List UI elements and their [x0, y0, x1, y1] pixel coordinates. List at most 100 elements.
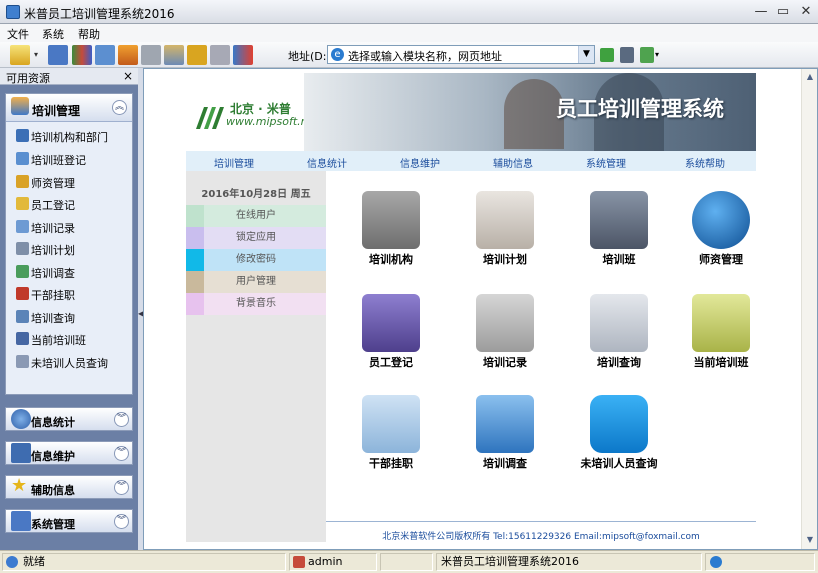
button-strip	[186, 249, 204, 271]
group-label: 系统管理	[31, 518, 75, 531]
save-page-icon[interactable]	[620, 47, 634, 63]
address-input[interactable]: 选择或输入模块名称，网页地址	[348, 48, 502, 64]
tile-training-records[interactable]: 培训记录	[458, 288, 548, 378]
tile-training-survey[interactable]: 培训调查	[458, 389, 548, 479]
sidebar-group-statistics[interactable]: 信息统计 ︾	[5, 407, 133, 431]
change-password-button[interactable]: 修改密码	[186, 249, 326, 271]
sidebar-close-icon[interactable]: ×	[123, 69, 133, 83]
group-label: 辅助信息	[31, 484, 75, 497]
system-title: 员工培训管理系统	[556, 97, 724, 121]
tile-cadre-secondment[interactable]: 干部挂职	[344, 389, 434, 479]
status-user-text: admin	[308, 555, 343, 568]
mipsoft-logo-icon	[196, 107, 224, 129]
tile-teacher-management[interactable]: 师资管理	[674, 185, 764, 275]
sidebar-item-training-survey[interactable]: 培训调查	[16, 262, 132, 282]
status-bar: 就绪 admin 米普员工培训管理系统2016	[0, 550, 818, 573]
system-icon	[11, 511, 31, 531]
people-folder-icon	[476, 294, 534, 352]
sidebar-item-untrained-query[interactable]: 未培训人员查询	[16, 352, 132, 372]
secondment-icon	[16, 287, 29, 300]
user-management-button[interactable]: 用户管理	[186, 271, 326, 293]
tile-label: 培训机构	[369, 253, 413, 266]
lock-app-button[interactable]: 锁定应用	[186, 227, 326, 249]
chevron-down-icon[interactable]: ︾	[114, 446, 129, 461]
sidebar-item-class-register[interactable]: 培训班登记	[16, 149, 132, 169]
left-column: 2016年10月28日 周五 在线用户 锁定应用 修改密码 用户管理 背景音乐	[186, 171, 326, 542]
nav-help[interactable]: 系统帮助	[685, 155, 725, 170]
button-strip	[186, 271, 204, 293]
restore-button[interactable]: ▭	[774, 4, 792, 20]
background-music-button[interactable]: 背景音乐	[186, 293, 326, 315]
tile-training-institution[interactable]: 培训机构	[344, 185, 434, 275]
sidebar-group-auxiliary[interactable]: ★ 辅助信息 ︾	[5, 475, 133, 499]
sidebar-item-training-records[interactable]: 培训记录	[16, 217, 132, 237]
address-combobox[interactable]: e 选择或输入模块名称，网页地址 ▼	[327, 45, 595, 64]
nav-maintenance[interactable]: 信息维护	[400, 155, 440, 170]
sidebar-item-current-class[interactable]: 当前培训班	[16, 329, 132, 349]
sidebar-item-teachers[interactable]: 师资管理	[16, 172, 132, 192]
go-arrow-icon[interactable]	[600, 48, 614, 62]
tile-training-class[interactable]: 培训班	[572, 185, 662, 275]
scroll-down-icon[interactable]: ▼	[803, 533, 817, 547]
menu-system[interactable]: 系统	[42, 26, 64, 42]
menu-help[interactable]: 帮助	[78, 26, 100, 42]
print-icon[interactable]	[141, 45, 161, 65]
dropdown-arrow-icon[interactable]: ▾	[34, 45, 42, 65]
tile-current-class[interactable]: 当前培训班	[674, 288, 764, 378]
tile-untrained-query[interactable]: 未培训人员查询	[572, 389, 662, 479]
chevron-down-icon[interactable]: ▼	[578, 46, 594, 63]
chevron-down-icon[interactable]: ︾	[114, 480, 129, 495]
panel-header[interactable]: 培训管理 ︽	[6, 94, 132, 122]
nav-statistics[interactable]: 信息统计	[307, 155, 347, 170]
tile-label: 师资管理	[699, 253, 743, 266]
sidebar-item-training-plan[interactable]: 培训计划	[16, 239, 132, 259]
status-empty	[380, 553, 433, 571]
status-user: admin	[289, 553, 377, 571]
sidebar-group-system[interactable]: 系统管理 ︾	[5, 509, 133, 533]
survey-icon	[16, 265, 29, 278]
vertical-scrollbar[interactable]: ▲ ▼	[801, 69, 817, 549]
sidebar: 可用资源 × 培训管理 ︽ 培训机构和部门 培训班登记 师资管理 员工登记 培训…	[0, 68, 138, 550]
lock-icon[interactable]	[187, 45, 207, 65]
module-grid: 培训机构 培训计划 培训班 师资管理 员工登记 培训记录 培训查询 当前培训班 …	[326, 171, 756, 521]
chevron-down-icon[interactable]: ︾	[114, 514, 129, 529]
chevron-down-icon[interactable]: ︾	[114, 412, 129, 427]
data-icon[interactable]	[95, 45, 115, 65]
tile-employee-register[interactable]: 员工登记	[344, 288, 434, 378]
sidebar-item-employee-register[interactable]: 员工登记	[16, 194, 132, 214]
sidebar-item-training-query[interactable]: 培训查询	[16, 307, 132, 327]
menu-file[interactable]: 文件	[7, 26, 29, 42]
tile-training-plan[interactable]: 培训计划	[458, 185, 548, 275]
dropdown-arrow-icon[interactable]: ▾	[655, 45, 663, 65]
user-icon	[293, 556, 305, 568]
user-lock-icon[interactable]	[210, 45, 230, 65]
button-label: 在线用户	[236, 210, 276, 221]
sidebar-group-maintenance[interactable]: 信息维护 ︾	[5, 441, 133, 465]
sidebar-item-cadre-secondment[interactable]: 干部挂职	[16, 284, 132, 304]
tile-training-query[interactable]: 培训查询	[572, 288, 662, 378]
list-view-icon[interactable]	[48, 45, 68, 65]
home-icon[interactable]	[118, 45, 138, 65]
chevron-up-icon[interactable]: ︽	[112, 100, 127, 115]
online-users-button[interactable]: 在线用户	[186, 205, 326, 227]
button-label: 锁定应用	[236, 232, 276, 243]
minimize-button[interactable]: —	[752, 4, 770, 20]
tools-icon[interactable]	[164, 45, 184, 65]
favorite-icon[interactable]	[640, 47, 654, 63]
nav-system[interactable]: 系统管理	[586, 155, 626, 170]
nav-training-management[interactable]: 培训管理	[214, 155, 254, 170]
open-folder-icon[interactable]	[10, 45, 30, 65]
sidebar-body: 培训管理 ︽ 培训机构和部门 培训班登记 师资管理 员工登记 培训记录 培训计划…	[0, 85, 138, 550]
sidebar-item-institutions[interactable]: 培训机构和部门	[16, 126, 132, 146]
nav-auxiliary[interactable]: 辅助信息	[493, 155, 533, 170]
adobe-folder-icon	[590, 191, 648, 249]
sidebar-item-label: 培训班登记	[31, 154, 86, 167]
close-button[interactable]: ✕	[797, 4, 815, 20]
panel-title: 培训管理	[32, 104, 81, 118]
status-ready: 就绪	[2, 553, 286, 571]
person-image	[504, 79, 564, 149]
scroll-up-icon[interactable]: ▲	[803, 70, 817, 84]
books-icon[interactable]	[72, 45, 92, 65]
exit-icon[interactable]	[233, 45, 253, 65]
current-class-icon	[16, 332, 29, 345]
